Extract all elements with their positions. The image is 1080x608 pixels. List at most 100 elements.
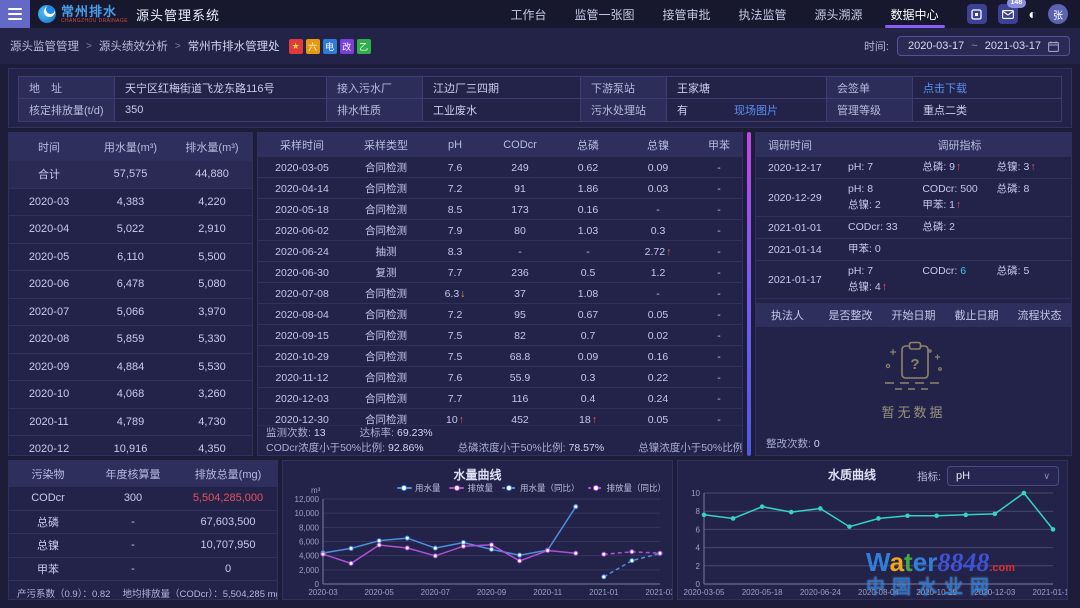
- menu-toggle-button[interactable]: [0, 0, 30, 28]
- tag-badge-icon[interactable]: 改: [340, 39, 354, 54]
- breadcrumb-separator: >: [175, 41, 181, 52]
- table-row: 2020-08-04合同检测7.2950.670.05-: [258, 304, 742, 325]
- main-menu: 工作台监管一张图接管审批执法监管 源头溯源数据中心: [510, 0, 938, 28]
- info-label: 污水处理站: [581, 99, 667, 121]
- table-row: 2020-085,8595,330: [9, 326, 252, 354]
- info-label: 接入污水厂: [327, 77, 423, 99]
- nav-menu-item[interactable]: 数据中心: [891, 0, 939, 28]
- tag-badge-icon[interactable]: 六: [306, 39, 320, 54]
- cell: 1.86: [556, 178, 620, 199]
- download-link[interactable]: 点击下载: [923, 83, 967, 95]
- legend-item[interactable]: 排放量（同比）: [588, 482, 666, 494]
- table-row: 2020-104,0683,260: [9, 381, 252, 409]
- cell: 0.09: [556, 346, 620, 367]
- nav-menu-item[interactable]: 执法监管: [738, 0, 786, 28]
- cell: 7.5: [426, 346, 484, 367]
- table-row: 2020-09-15合同检测7.5820.70.02-: [258, 325, 742, 346]
- cell: -: [484, 241, 556, 262]
- indicator-control: 指标: pH ∨: [917, 466, 1059, 486]
- survey-indicator: pH: 8: [848, 183, 922, 196]
- cell: 合同检测: [346, 409, 426, 425]
- nav-menu-item[interactable]: 工作台: [510, 0, 546, 28]
- breadcrumb-item[interactable]: 源头绩效分析: [99, 38, 168, 54]
- fullscreen-icon[interactable]: [967, 4, 987, 24]
- cell: 0.05: [620, 409, 696, 425]
- time-label: 时间:: [864, 38, 889, 54]
- info-label-text: 会签单: [837, 80, 870, 96]
- cell: 95: [484, 304, 556, 325]
- legend-dot-icon: [506, 485, 512, 491]
- cell: 7.2: [426, 304, 484, 325]
- cell: -: [696, 367, 742, 388]
- cell: 甲苯: [9, 558, 87, 581]
- info-label-text: 地 址: [29, 80, 62, 96]
- info-value: 江边厂三四期: [423, 77, 581, 99]
- survey-indicator: 总磷: 5: [997, 265, 1071, 278]
- survey-indicators: pH: 7CODcr: 6总磷: 5总镍: 4↑: [848, 265, 1071, 294]
- stats-line-2: CODcr浓度小于50%比例:92.86%总磷浓度小于50%比例:78.57%总…: [266, 442, 734, 455]
- water-usage-table: 时间用水量(m³)排水量(m³)合计57,57544,8802020-034,3…: [8, 132, 253, 456]
- cell: 2020-03-05: [258, 157, 346, 178]
- date-range-picker[interactable]: 2020-03-17 ~ 2021-03-17: [897, 36, 1070, 56]
- cell: -: [87, 511, 179, 534]
- survey-indicators: pH: 8CODcr: 500总磷: 8总镍: 2甲苯: 1↑: [848, 183, 1071, 212]
- breadcrumb-item[interactable]: 源头监管管理: [10, 38, 79, 54]
- legend-item[interactable]: 用水量（同比）: [502, 482, 580, 494]
- cell: 0.67: [556, 304, 620, 325]
- cell: 合同检测: [346, 178, 426, 199]
- cell: 5,022: [89, 216, 172, 243]
- tag-badge-icon[interactable]: ★: [289, 39, 303, 54]
- survey-section: 调研时间 调研指标 2020-12-17pH: 7总磷: 9↑总镍: 3↑202…: [756, 133, 1071, 303]
- cell: 0.5: [556, 262, 620, 283]
- mail-icon[interactable]: 148: [998, 4, 1018, 24]
- tag-badge-icon[interactable]: 电: [323, 39, 337, 54]
- cell: 0.3: [556, 367, 620, 388]
- cell: 452: [484, 409, 556, 425]
- brand-logo-icon: [38, 5, 56, 23]
- cell: 2020-10: [9, 381, 89, 408]
- cell: 2020-11-12: [258, 367, 346, 388]
- cell: 复测: [346, 262, 426, 283]
- info-value-text: 点击下载: [923, 80, 967, 96]
- svg-text:2021-01-17: 2021-01-17: [1033, 588, 1067, 597]
- indicator-select[interactable]: pH ∨: [947, 466, 1059, 486]
- legend-item[interactable]: 用水量: [397, 482, 441, 494]
- tag-badge-icon[interactable]: 乙: [357, 39, 371, 54]
- photo-link[interactable]: 现场图片: [734, 105, 778, 117]
- survey-row: 2020-12-17pH: 7总磷: 9↑总镍: 3↑: [756, 157, 1071, 179]
- arrow-down-icon: ↓: [460, 288, 465, 300]
- table-row: 2020-075,0663,970: [9, 299, 252, 327]
- info-value-text: 王家塘: [677, 80, 710, 96]
- legend-item[interactable]: 排放量: [449, 482, 493, 494]
- info-label: 地 址: [19, 77, 115, 99]
- cell: 37: [484, 283, 556, 304]
- user-avatar[interactable]: 张: [1048, 4, 1068, 24]
- svg-text:2020-08-04: 2020-08-04: [858, 588, 899, 597]
- table-row: 2020-03-05合同检测7.62490.620.09-: [258, 157, 742, 178]
- cell: 7.7: [426, 262, 484, 283]
- cell: 2020-06-30: [258, 262, 346, 283]
- nav-menu-item[interactable]: 源头溯源: [815, 0, 863, 28]
- cell: 91: [484, 178, 556, 199]
- breadcrumb-item[interactable]: 常州市排水管理处: [188, 38, 280, 54]
- cell: 2020-07-08: [258, 283, 346, 304]
- cell: 18↑: [556, 409, 620, 425]
- table-row: 2020-094,8845,530: [9, 354, 252, 382]
- table-row: 2020-12-03合同检测7.71160.40.24-: [258, 388, 742, 409]
- cell: 2020-06: [9, 271, 89, 298]
- cell: 2020-08-04: [258, 304, 346, 325]
- cell: 2020-05: [9, 244, 89, 271]
- survey-table-header: 调研时间 调研指标: [756, 133, 1071, 157]
- column-header: 总磷: [556, 133, 620, 157]
- cell: 0.24: [620, 388, 696, 409]
- nav-menu-item[interactable]: 接管审批: [662, 0, 710, 28]
- svg-text:4: 4: [696, 544, 701, 553]
- legend-line-icon: [502, 487, 517, 489]
- nav-menu-item[interactable]: 监管一张图: [574, 0, 634, 28]
- table-row: 2020-12-30合同检测10↑45218↑0.05-: [258, 409, 742, 425]
- sampling-table[interactable]: 采样时间采样类型pHCODcr总磷总镍甲苯2020-03-05合同检测7.624…: [258, 133, 742, 425]
- cell: 合同检测: [346, 199, 426, 220]
- info-label-text: 核定排放量(t/d): [29, 102, 104, 118]
- theme-toggle-icon[interactable]: ◐: [1029, 7, 1037, 21]
- scrollbar-divider[interactable]: [747, 132, 751, 456]
